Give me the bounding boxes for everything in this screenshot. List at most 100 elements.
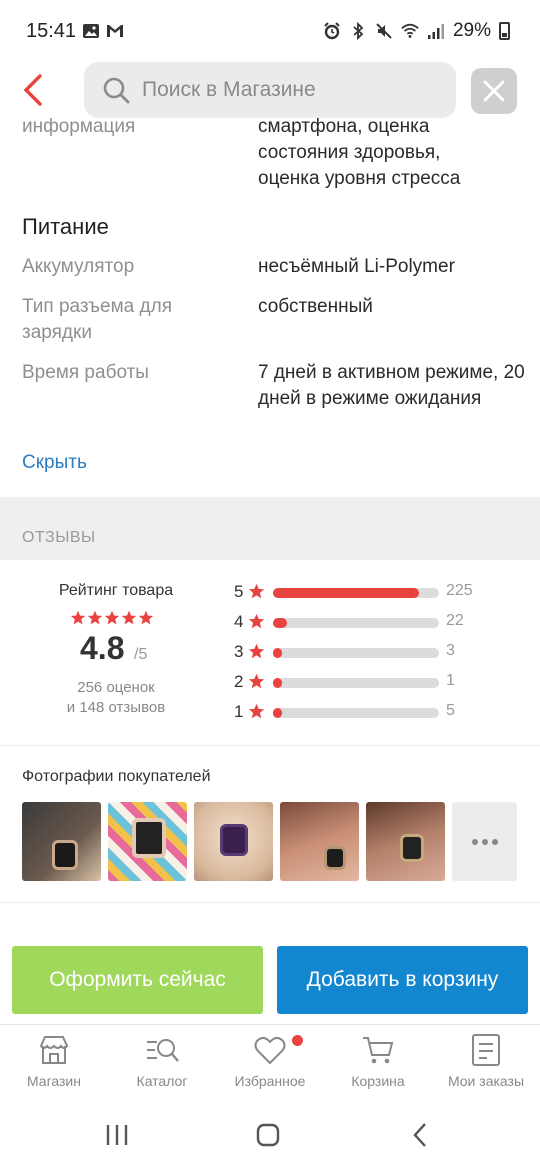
reviews-count: и 148 отзывов bbox=[66, 699, 166, 716]
rating-bar-stars: 1 bbox=[234, 702, 244, 721]
rating-bar-fill bbox=[273, 618, 288, 628]
back-button[interactable] bbox=[14, 70, 50, 110]
nav-item-favorites[interactable]: Избранное bbox=[220, 1033, 320, 1089]
customer-photo[interactable] bbox=[22, 802, 101, 881]
rating-bar-row: 21 bbox=[234, 672, 534, 692]
rating-bar-count: 5 bbox=[446, 702, 455, 719]
star-icon bbox=[121, 610, 137, 625]
more-photos-button[interactable] bbox=[452, 802, 517, 881]
spec-value-runtime: 7 дней в активном режиме, 20 дней в режи… bbox=[258, 362, 525, 409]
spec-label-battery: Аккумулятор bbox=[22, 256, 135, 277]
rating-bar-fill bbox=[273, 708, 282, 718]
close-icon bbox=[483, 80, 505, 102]
rating-bar-count: 225 bbox=[446, 582, 473, 599]
rating-bar-fill bbox=[273, 648, 282, 658]
hide-specs-link[interactable]: Скрыть bbox=[22, 452, 87, 474]
rating-counts: 256 оценок и 148 отзывов bbox=[0, 678, 232, 718]
star-icon bbox=[104, 610, 120, 625]
wifi-icon bbox=[401, 23, 419, 38]
more-horizontal-icon bbox=[471, 838, 498, 845]
nav-label: Мои заказы bbox=[447, 1073, 525, 1089]
rating-bar-fill bbox=[273, 678, 282, 688]
status-bar: 15:41 29% bbox=[0, 0, 540, 62]
image-icon bbox=[83, 24, 99, 38]
rating-bar-fill bbox=[273, 588, 419, 598]
rating-bar-track bbox=[273, 618, 439, 628]
rating-bar-stars: 4 bbox=[234, 612, 244, 631]
bluetooth-icon bbox=[353, 22, 364, 40]
recent-apps-icon[interactable] bbox=[104, 1122, 130, 1148]
rating-bar-track bbox=[273, 708, 439, 718]
star-icon bbox=[138, 610, 154, 625]
rating-bar-track bbox=[273, 588, 439, 598]
star-icon bbox=[248, 583, 265, 599]
divider bbox=[0, 902, 540, 903]
rating-bar-count: 22 bbox=[446, 612, 464, 629]
orders-icon bbox=[472, 1034, 500, 1066]
rating-title: Рейтинг товара bbox=[58, 582, 174, 599]
customer-photo[interactable] bbox=[280, 802, 359, 881]
star-icon bbox=[70, 610, 86, 625]
reviews-label: ОТЗЫВЫ bbox=[22, 529, 96, 546]
nav-label: Корзина bbox=[351, 1073, 405, 1089]
rating-bar-row: 5 225 bbox=[234, 582, 534, 602]
gmail-icon bbox=[107, 25, 123, 37]
section-title-power: Питание bbox=[22, 214, 109, 239]
star-icon bbox=[87, 610, 103, 625]
rating-bar-row: 15 bbox=[234, 702, 534, 722]
rating-summary[interactable]: Рейтинг товара 4.8 /5 256 оценок и 148 о… bbox=[0, 560, 540, 746]
search-header bbox=[0, 62, 540, 118]
customer-photos bbox=[22, 802, 517, 881]
favorites-badge bbox=[292, 1035, 303, 1046]
alarm-icon bbox=[324, 22, 340, 40]
search-input[interactable] bbox=[142, 62, 442, 118]
buy-now-button[interactable]: Оформить сейчас bbox=[12, 946, 263, 1014]
rating-bar-count: 3 bbox=[446, 642, 455, 659]
rating-bar-count: 1 bbox=[446, 672, 455, 689]
rating-bar-track bbox=[273, 648, 439, 658]
catalog-search-icon bbox=[147, 1039, 179, 1062]
search-icon bbox=[103, 77, 130, 104]
spec-value-connector: собственный bbox=[258, 296, 373, 317]
battery-percent: 29% bbox=[452, 20, 491, 41]
rating-stars bbox=[70, 610, 154, 626]
reviews-section-header: ОТЗЫВЫ bbox=[0, 497, 540, 560]
star-icon bbox=[248, 643, 265, 659]
rating-score: 4.8 bbox=[80, 630, 125, 666]
status-time: 15:41 bbox=[26, 20, 77, 42]
rating-max: /5 bbox=[134, 646, 148, 663]
nav-item-catalog[interactable]: Каталог bbox=[112, 1033, 212, 1089]
nav-label: Избранное bbox=[234, 1073, 306, 1089]
rating-bar-stars: 5 bbox=[234, 582, 244, 601]
battery-icon bbox=[499, 22, 510, 40]
nav-label: Каталог bbox=[136, 1073, 188, 1089]
rating-bar-row: 4 22 bbox=[234, 612, 534, 632]
customer-photo[interactable] bbox=[108, 802, 187, 881]
rating-bar-track bbox=[273, 678, 439, 688]
star-icon bbox=[248, 613, 265, 629]
rating-bar-row: 33 bbox=[234, 642, 534, 662]
system-navigation-bar bbox=[0, 1100, 540, 1170]
bottom-navigation: Магазин Каталог Избранное Корзина Мои за… bbox=[0, 1024, 540, 1100]
clear-search-button[interactable] bbox=[471, 68, 517, 114]
star-icon bbox=[248, 673, 265, 689]
nav-item-store[interactable]: Магазин bbox=[4, 1033, 104, 1089]
home-icon[interactable] bbox=[256, 1123, 280, 1147]
store-icon bbox=[39, 1036, 69, 1064]
search-bar[interactable] bbox=[84, 62, 456, 118]
spec-value-battery: несъёмный Li-Polymer bbox=[258, 256, 455, 277]
nav-item-cart[interactable]: Корзина bbox=[328, 1033, 428, 1089]
customer-photo[interactable] bbox=[194, 802, 273, 881]
add-to-cart-button[interactable]: Добавить в корзину bbox=[277, 946, 528, 1014]
mute-icon bbox=[376, 23, 392, 39]
customer-photo[interactable] bbox=[366, 802, 445, 881]
nav-label: Магазин bbox=[26, 1073, 81, 1089]
cart-icon bbox=[363, 1037, 394, 1064]
nav-item-orders[interactable]: Мои заказы bbox=[436, 1033, 536, 1089]
spec-value-partial: смартфона, оценка состояния здоровья, оц… bbox=[258, 116, 461, 189]
star-icon bbox=[248, 703, 265, 719]
signal-icon bbox=[427, 24, 444, 39]
rating-bar-stars: 2 bbox=[234, 672, 244, 691]
back-nav-icon[interactable] bbox=[410, 1122, 430, 1148]
ratings-count: 256 оценок bbox=[77, 679, 155, 696]
